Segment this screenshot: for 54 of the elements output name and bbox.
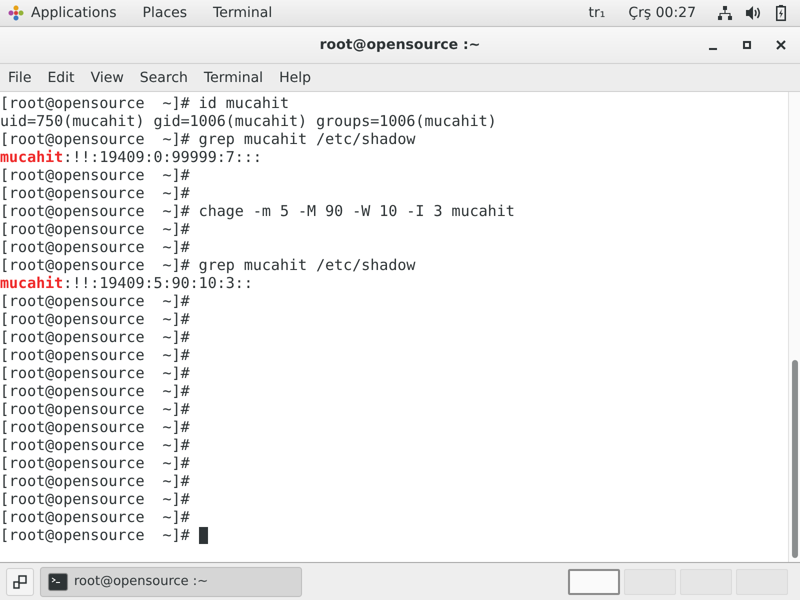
- menu-item[interactable]: Search: [136, 70, 192, 86]
- grep-match: mucahit: [0, 148, 64, 166]
- menu-item[interactable]: Edit: [43, 70, 79, 86]
- show-desktop-button[interactable]: [6, 568, 34, 596]
- minimize-icon: [709, 48, 717, 50]
- terminal-line: [root@opensource ~]#: [0, 292, 190, 310]
- terminal-icon: [48, 572, 68, 590]
- keyboard-layout[interactable]: tr₁: [588, 5, 606, 21]
- terminal-line: [root@opensource ~]#: [0, 220, 190, 238]
- terminal-line: uid=750(mucahit) gid=1006(mucahit) groups=1006(mucahit): [0, 112, 497, 130]
- menu-item[interactable]: Terminal: [200, 70, 268, 86]
- volume-icon[interactable]: [746, 6, 762, 20]
- terminal-line: [root@opensource ~]#: [0, 490, 190, 508]
- app-logo-icon: [8, 5, 24, 21]
- terminal-line: [root@opensource ~]#: [0, 184, 190, 202]
- battery-icon[interactable]: [776, 5, 786, 21]
- scrollbar[interactable]: [788, 92, 800, 562]
- terminal-line: [root@opensource ~]#: [0, 436, 190, 454]
- terminal-line: [root@opensource ~]#: [0, 400, 190, 418]
- menu-item[interactable]: File: [4, 70, 36, 86]
- overlapping-windows-icon: [13, 574, 27, 588]
- grep-match: mucahit: [0, 274, 64, 292]
- top-bar-menu[interactable]: Places: [142, 5, 188, 21]
- terminal-line: [root@opensource ~]# grep mucahit /etc/shadow: [0, 130, 416, 148]
- terminal-line: [root@opensource ~]#: [0, 346, 190, 364]
- menu-item[interactable]: View: [86, 70, 128, 86]
- terminal-line: [root@opensource ~]# chage -m 5 -M 90 -W 10 -I 3 mucahit: [0, 202, 515, 220]
- clock[interactable]: Çrş 00:27: [628, 5, 696, 21]
- terminal-line: [root@opensource ~]# id mucahit: [0, 94, 289, 112]
- top-bar-menu[interactable]: Applications: [31, 5, 117, 21]
- taskbar-window-button[interactable]: root@opensource :~: [40, 566, 302, 596]
- terminal-line: [root@opensource ~]#: [0, 328, 190, 346]
- top-bar-menu[interactable]: Terminal: [213, 5, 272, 21]
- network-icon[interactable]: [718, 6, 732, 20]
- terminal-line: [root@opensource ~]#: [0, 454, 190, 472]
- terminal-line: :!!:19409:5:90:10:3::: [63, 274, 253, 292]
- terminal-line: [root@opensource ~]#: [0, 166, 190, 184]
- terminal-line: [root@opensource ~]#: [0, 526, 191, 544]
- terminal-line: [root@opensource ~]#: [0, 382, 190, 400]
- scrollbar-thumb[interactable]: [792, 360, 798, 558]
- workspace-button[interactable]: [568, 568, 620, 594]
- close-icon: [776, 40, 786, 50]
- terminal-line: [root@opensource ~]#: [0, 364, 190, 382]
- terminal-line: [root@opensource ~]#: [0, 508, 190, 526]
- window-title: root@opensource :~: [320, 37, 480, 53]
- cursor: [198, 526, 208, 544]
- menu-item[interactable]: Help: [275, 70, 315, 86]
- terminal-line: [root@opensource ~]#: [0, 310, 190, 328]
- maximize-icon: [742, 40, 752, 50]
- terminal-line: [root@opensource ~]#: [0, 418, 190, 436]
- terminal-line: [root@opensource ~]#: [0, 238, 190, 256]
- terminal-line: [root@opensource ~]#: [0, 472, 190, 490]
- terminal-line: :!!:19409:0:99999:7:::: [63, 148, 262, 166]
- terminal-line: [root@opensource ~]# grep mucahit /etc/shadow: [0, 256, 416, 274]
